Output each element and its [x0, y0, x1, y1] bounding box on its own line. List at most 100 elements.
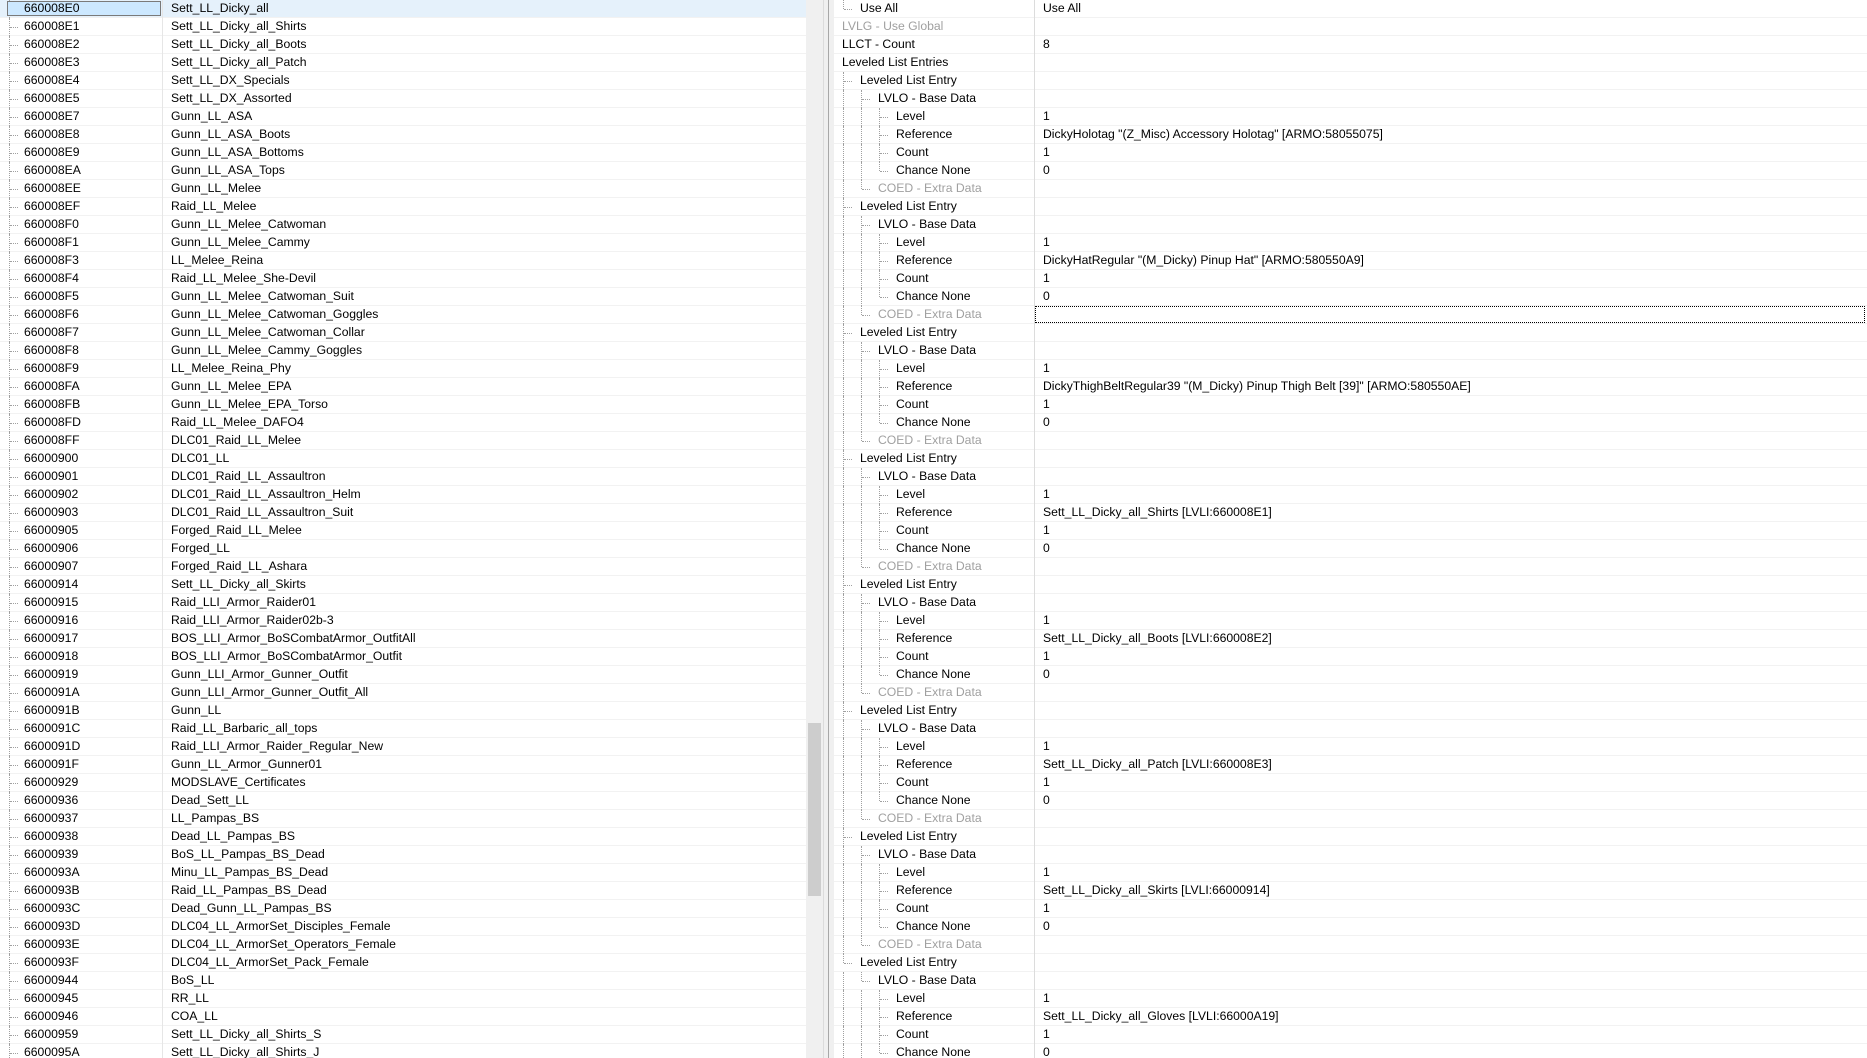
tree-node[interactable]: COED - Extra Data [834, 180, 1867, 198]
tree-node[interactable]: Leveled List Entry [834, 702, 1867, 720]
tree-node[interactable]: Leveled List Entry [834, 576, 1867, 594]
tree-node[interactable]: LVLO - Base Data [834, 468, 1867, 486]
record-view-tree[interactable]: Use All Use All LVLG - Use Global LLCT - Co… [834, 0, 1867, 1058]
record-list-scroll-thumb[interactable] [808, 723, 821, 896]
node-value[interactable]: 1 [1043, 990, 1050, 1007]
tree-node[interactable]: Chance None 0 [834, 162, 1867, 180]
list-item[interactable]: 660008F8 Gunn_LL_Melee_Cammy_Goggles [0, 342, 806, 360]
list-item[interactable]: 66000902 DLC01_Raid_LL_Assaultron_Helm [0, 486, 806, 504]
tree-node[interactable]: Reference Sett_LL_Dicky_all_Patch [LVLI:6… [834, 756, 1867, 774]
node-value[interactable]: 1 [1043, 144, 1050, 161]
tree-node[interactable]: Level 1 [834, 612, 1867, 630]
tree-node[interactable]: Level 1 [834, 234, 1867, 252]
node-value[interactable]: Sett_LL_Dicky_all_Patch [LVLI:660008E3] [1043, 756, 1272, 773]
list-item[interactable]: 660008EE Gunn_LL_Melee [0, 180, 806, 198]
tree-node[interactable]: Level 1 [834, 108, 1867, 126]
list-item[interactable]: 6600093C Dead_Gunn_LL_Pampas_BS [0, 900, 806, 918]
node-value[interactable]: 1 [1043, 360, 1050, 377]
tree-node[interactable]: Chance None 0 [834, 414, 1867, 432]
node-value[interactable]: 8 [1043, 36, 1050, 53]
tree-node[interactable]: Level 1 [834, 864, 1867, 882]
tree-node[interactable]: Count 1 [834, 900, 1867, 918]
list-item[interactable]: 660008E4 Sett_LL_DX_Specials [0, 72, 806, 90]
tree-node[interactable]: LVLO - Base Data [834, 972, 1867, 990]
tree-node[interactable]: Level 1 [834, 360, 1867, 378]
node-value[interactable]: 0 [1043, 1044, 1050, 1058]
tree-node[interactable]: COED - Extra Data [834, 558, 1867, 576]
list-item[interactable]: 66000907 Forged_Raid_LL_Ashara [0, 558, 806, 576]
tree-node[interactable]: Reference Sett_LL_Dicky_all_Gloves [LVLI:… [834, 1008, 1867, 1026]
tree-node[interactable]: LLCT - Count 8 [834, 36, 1867, 54]
list-item[interactable]: 660008E2 Sett_LL_Dicky_all_Boots [0, 36, 806, 54]
node-value[interactable]: 1 [1043, 900, 1050, 917]
list-item[interactable]: 660008E0 Sett_LL_Dicky_all [0, 0, 806, 18]
tree-node[interactable]: COED - Extra Data [834, 684, 1867, 702]
node-value[interactable]: Sett_LL_Dicky_all_Boots [LVLI:660008E2] [1043, 630, 1272, 647]
tree-node[interactable]: COED - Extra Data [834, 432, 1867, 450]
list-item[interactable]: 66000916 Raid_LLI_Armor_Raider02b-3 [0, 612, 806, 630]
list-item[interactable]: 6600091A Gunn_LLI_Armor_Gunner_Outfit_All [0, 684, 806, 702]
node-value[interactable]: 1 [1043, 396, 1050, 413]
list-item[interactable]: 6600093B Raid_LL_Pampas_BS_Dead [0, 882, 806, 900]
node-value[interactable]: 0 [1043, 918, 1050, 935]
node-value[interactable]: 1 [1043, 864, 1050, 881]
list-item[interactable]: 660008F6 Gunn_LL_Melee_Catwoman_Goggles [0, 306, 806, 324]
tree-node[interactable]: Reference Sett_LL_Dicky_all_Boots [LVLI:6… [834, 630, 1867, 648]
list-item[interactable]: 66000938 Dead_LL_Pampas_BS [0, 828, 806, 846]
tree-node[interactable]: Chance None 0 [834, 1044, 1867, 1058]
tree-node[interactable]: Leveled List Entry [834, 828, 1867, 846]
tree-node[interactable]: LVLO - Base Data [834, 90, 1867, 108]
list-item[interactable]: 660008F7 Gunn_LL_Melee_Catwoman_Collar [0, 324, 806, 342]
node-value[interactable]: 0 [1043, 540, 1050, 557]
tree-node[interactable]: Count 1 [834, 144, 1867, 162]
tree-node[interactable]: Chance None 0 [834, 540, 1867, 558]
pane-splitter[interactable] [823, 0, 834, 1058]
node-value[interactable]: DickyHolotag "(Z_Misc) Accessory Holotag… [1043, 126, 1383, 143]
tree-node[interactable]: Leveled List Entry [834, 450, 1867, 468]
tree-node[interactable]: Leveled List Entry [834, 954, 1867, 972]
list-item[interactable]: 660008E1 Sett_LL_Dicky_all_Shirts [0, 18, 806, 36]
list-item[interactable]: 660008F5 Gunn_LL_Melee_Catwoman_Suit [0, 288, 806, 306]
tree-node[interactable]: Count 1 [834, 1026, 1867, 1044]
tree-node[interactable]: LVLO - Base Data [834, 342, 1867, 360]
node-value[interactable]: DickyThighBeltRegular39 "(M_Dicky) Pinup… [1043, 378, 1471, 395]
list-item[interactable]: 66000915 Raid_LLI_Armor_Raider01 [0, 594, 806, 612]
list-item[interactable]: 66000937 LL_Pampas_BS [0, 810, 806, 828]
list-item[interactable]: 6600091B Gunn_LL [0, 702, 806, 720]
node-value[interactable]: 0 [1043, 414, 1050, 431]
list-item[interactable]: 660008FD Raid_LL_Melee_DAFO4 [0, 414, 806, 432]
node-value[interactable]: Sett_LL_Dicky_all_Shirts [LVLI:660008E1] [1043, 504, 1272, 521]
tree-node[interactable]: Reference DickyHolotag "(Z_Misc) Accessor… [834, 126, 1867, 144]
list-item[interactable]: 6600093E DLC04_LL_ArmorSet_Operators_Fema… [0, 936, 806, 954]
record-list[interactable]: 660008E0 Sett_LL_Dicky_all 660008E1 Sett_LL… [0, 0, 806, 1058]
list-item[interactable]: 66000903 DLC01_Raid_LL_Assaultron_Suit [0, 504, 806, 522]
list-item[interactable]: 660008E3 Sett_LL_Dicky_all_Patch [0, 54, 806, 72]
node-value[interactable]: Use All [1043, 0, 1081, 17]
list-item[interactable]: 660008F3 LL_Melee_Reina [0, 252, 806, 270]
list-item[interactable]: 66000939 BoS_LL_Pampas_BS_Dead [0, 846, 806, 864]
list-item[interactable]: 66000936 Dead_Sett_LL [0, 792, 806, 810]
list-item[interactable]: 660008F4 Raid_LL_Melee_She-Devil [0, 270, 806, 288]
node-value[interactable]: 1 [1043, 612, 1050, 629]
list-item[interactable]: 66000929 MODSLAVE_Certificates [0, 774, 806, 792]
list-item[interactable]: 66000914 Sett_LL_Dicky_all_Skirts [0, 576, 806, 594]
list-item[interactable]: 66000946 COA_LL [0, 1008, 806, 1026]
tree-node[interactable]: Count 1 [834, 648, 1867, 666]
tree-node[interactable]: Leveled List Entry [834, 198, 1867, 216]
list-item[interactable]: 660008F1 Gunn_LL_Melee_Cammy [0, 234, 806, 252]
tree-node[interactable]: Leveled List Entry [834, 72, 1867, 90]
node-value[interactable]: 1 [1043, 648, 1050, 665]
tree-node[interactable]: Count 1 [834, 522, 1867, 540]
tree-node[interactable]: COED - Extra Data [834, 306, 1867, 324]
tree-node[interactable]: Chance None 0 [834, 918, 1867, 936]
tree-node[interactable]: LVLG - Use Global [834, 18, 1867, 36]
list-item[interactable]: 660008FB Gunn_LL_Melee_EPA_Torso [0, 396, 806, 414]
node-value[interactable]: DickyHatRegular "(M_Dicky) Pinup Hat" [A… [1043, 252, 1364, 269]
tree-node[interactable]: Level 1 [834, 990, 1867, 1008]
list-item[interactable]: 6600091F Gunn_LL_Armor_Gunner01 [0, 756, 806, 774]
node-value[interactable]: Sett_LL_Dicky_all_Skirts [LVLI:66000914] [1043, 882, 1270, 899]
tree-node[interactable]: Chance None 0 [834, 792, 1867, 810]
record-list-scrollbar[interactable] [806, 0, 823, 1058]
list-item[interactable]: 66000906 Forged_LL [0, 540, 806, 558]
tree-node[interactable]: LVLO - Base Data [834, 594, 1867, 612]
